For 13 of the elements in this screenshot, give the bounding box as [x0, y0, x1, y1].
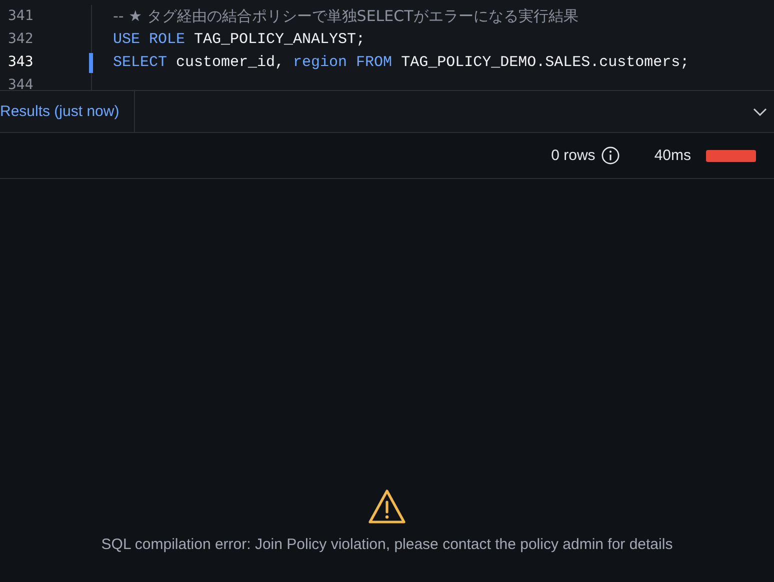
code-line: USE ROLE TAG_POLICY_ANALYST; — [112, 31, 366, 48]
error-message: SQL compilation error: Join Policy violation, please contact the policy admin for details — [101, 536, 673, 553]
line-number: 343 — [0, 51, 92, 74]
warning-icon — [367, 488, 407, 526]
info-icon[interactable] — [601, 146, 620, 165]
code-line: SELECT customer_id, region FROM TAG_POLICY_DEMO.SALES.customers; — [112, 54, 690, 71]
query-duration: 40ms — [654, 147, 691, 164]
results-tab[interactable]: Results (just now) — [0, 91, 135, 132]
code-line: -- ★ タグ経由の結合ポリシーで単独SELECTがエラーになる実行結果 — [112, 7, 578, 26]
row-count: 0 rows — [551, 147, 596, 164]
line-number: 341 — [0, 5, 92, 28]
line-number: 342 — [0, 28, 92, 51]
duration-bar — [706, 150, 756, 162]
